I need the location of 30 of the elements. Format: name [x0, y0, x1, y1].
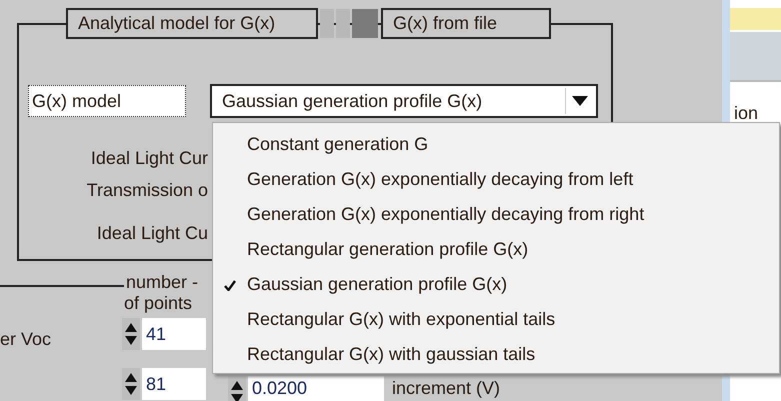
title-bar	[730, 8, 781, 30]
column-header: of points	[124, 293, 192, 313]
tab-toggle[interactable]	[320, 9, 378, 38]
menu-item[interactable]: Rectangular G(x) with exponential tails	[213, 302, 779, 337]
spinner-arrows-icon[interactable]	[122, 318, 140, 350]
spinner-arrows-icon[interactable]	[228, 376, 246, 401]
check-icon	[224, 280, 236, 291]
tab[interactable]: Analytical model for G(x)	[66, 8, 318, 39]
menu-item[interactable]: Generation G(x) exponentially decaying from left	[213, 162, 779, 197]
window-text: ion	[734, 102, 758, 125]
column-header: number -	[126, 272, 198, 292]
spinner-arrows-icon[interactable]	[122, 368, 140, 400]
number-field[interactable]: 41	[142, 318, 206, 350]
field-label: Ideal Light Cur	[90, 147, 208, 170]
menu-item[interactable]: Rectangular G(x) with gaussian tails	[213, 337, 779, 372]
dropdown-arrow-icon	[572, 96, 588, 106]
field-label: Ideal Light Cu	[96, 222, 208, 245]
field-label: increment (V)	[392, 377, 500, 400]
row-label: er Voc	[0, 328, 52, 351]
field-label: Transmission o	[86, 179, 208, 202]
toolbar-panel	[730, 32, 781, 82]
number-field[interactable]: 0.0200	[248, 376, 384, 401]
model-label: G(x) model	[28, 85, 186, 117]
menu-item[interactable]: Gaussian generation profile G(x)	[213, 267, 779, 302]
tab[interactable]: G(x) from file	[381, 8, 551, 39]
menu-item[interactable]: Constant generation G	[213, 127, 779, 162]
number-field[interactable]: 81	[142, 368, 206, 400]
menu-item[interactable]: Rectangular generation profile G(x)	[213, 232, 779, 267]
menu-item[interactable]: Generation G(x) exponentially decaying from right	[213, 197, 779, 232]
model-dropdown[interactable]: Gaussian generation profile G(x)	[210, 84, 598, 118]
